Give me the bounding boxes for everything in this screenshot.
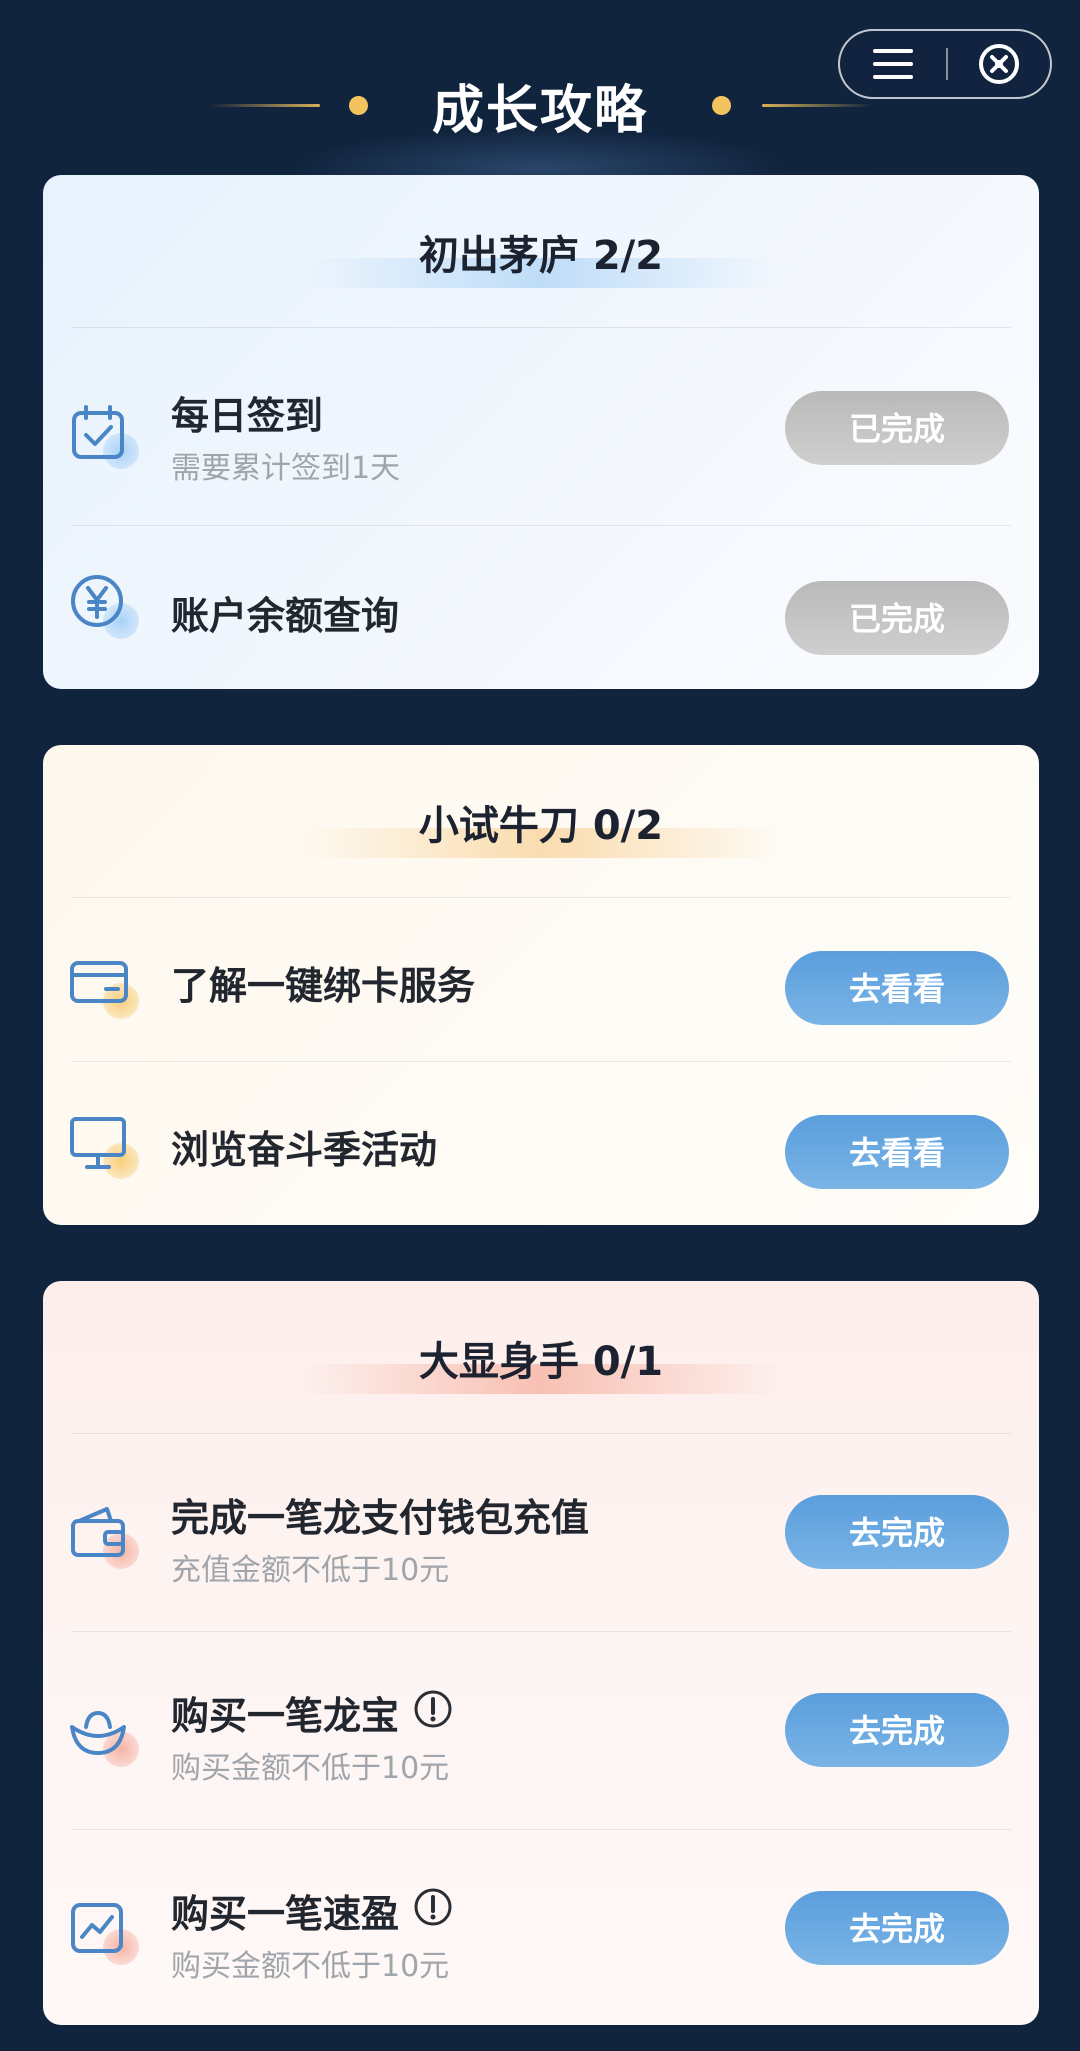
divider — [71, 327, 1011, 328]
wallet-icon — [71, 1507, 125, 1557]
task-row-wallet-topup: 完成一笔龙支付钱包充值 充值金额不低于10元 去完成 — [43, 1435, 1039, 1631]
menu-icon — [873, 49, 913, 79]
task-row-buy-longbao: 购买一笔龙宝 购买金额不低于10元 去完成 — [43, 1633, 1039, 1829]
calendar-check-icon — [72, 405, 124, 459]
divider — [71, 1829, 1011, 1830]
task-icon-wrap — [69, 1899, 145, 1975]
task-icon-wrap — [69, 573, 145, 649]
section-title: 小试牛刀 0/2 — [418, 803, 664, 849]
section-header: 大显身手 0/1 — [43, 1281, 1039, 1435]
task-subtitle: 充值金额不低于10元 — [171, 1553, 450, 1588]
yuan-coin-icon — [71, 575, 123, 627]
go-view-button[interactable]: 去看看 — [785, 1115, 1009, 1189]
section-card-advanced: 大显身手 0/1 完成一笔龙支付钱包充值 充值金额不低于10元 去完成 购买一笔… — [43, 1281, 1039, 2025]
task-row-browse-activity: 浏览奋斗季活动 去看看 — [43, 1063, 1039, 1225]
completed-button[interactable]: 已完成 — [785, 581, 1009, 655]
task-icon-wrap — [69, 953, 145, 1029]
task-title: 浏览奋斗季活动 — [171, 1128, 438, 1172]
section-header: 小试牛刀 0/2 — [43, 745, 1039, 899]
divider — [71, 897, 1011, 898]
close-button[interactable] — [946, 31, 1052, 97]
task-title: 账户余额查询 — [171, 594, 400, 638]
header-decoration-dot-right — [712, 96, 731, 115]
info-icon[interactable] — [413, 1887, 453, 1927]
divider — [71, 1061, 1011, 1062]
task-title: 购买一笔龙宝 — [171, 1694, 400, 1738]
go-complete-button[interactable]: 去完成 — [785, 1693, 1009, 1767]
task-subtitle: 需要累计签到1天 — [171, 451, 401, 486]
task-title: 每日签到 — [171, 394, 324, 438]
task-icon-wrap — [69, 1701, 145, 1777]
close-circle-icon — [979, 44, 1019, 84]
task-title: 购买一笔速盈 — [171, 1892, 400, 1936]
divider — [71, 1433, 1011, 1434]
task-row-balance-query: 账户余额查询 已完成 — [43, 527, 1039, 689]
trend-chart-icon — [71, 1903, 123, 1953]
section-title: 大显身手 0/1 — [418, 1339, 664, 1385]
task-row-buy-suying: 购买一笔速盈 购买金额不低于10元 去完成 — [43, 1831, 1039, 2025]
mini-program-capsule — [838, 29, 1052, 99]
task-row-daily-checkin: 每日签到 需要累计签到1天 已完成 — [43, 329, 1039, 525]
divider — [71, 525, 1011, 526]
section-header: 初出茅庐 2/2 — [43, 175, 1039, 329]
menu-button[interactable] — [840, 31, 946, 97]
task-subtitle: 购买金额不低于10元 — [171, 1751, 450, 1786]
info-icon[interactable] — [413, 1689, 453, 1729]
section-title: 初出茅庐 2/2 — [418, 233, 664, 279]
task-icon-wrap — [69, 403, 145, 479]
header-decoration-line-right — [762, 104, 872, 107]
section-card-trial: 小试牛刀 0/2 了解一键绑卡服务 去看看 浏览奋斗季活动 去看看 — [43, 745, 1039, 1225]
task-icon-wrap — [69, 1503, 145, 1579]
completed-button[interactable]: 已完成 — [785, 391, 1009, 465]
go-complete-button[interactable]: 去完成 — [785, 1891, 1009, 1965]
gold-ingot-icon — [70, 1710, 126, 1755]
task-title: 了解一键绑卡服务 — [171, 964, 476, 1008]
go-complete-button[interactable]: 去完成 — [785, 1495, 1009, 1569]
task-title: 完成一笔龙支付钱包充值 — [171, 1496, 590, 1540]
bank-card-icon — [70, 961, 128, 1003]
divider — [71, 1631, 1011, 1632]
monitor-icon — [70, 1117, 126, 1169]
go-view-button[interactable]: 去看看 — [785, 951, 1009, 1025]
task-subtitle: 购买金额不低于10元 — [171, 1949, 450, 1984]
section-card-beginner: 初出茅庐 2/2 每日签到 需要累计签到1天 已完成 账户余额查询 已完成 — [43, 175, 1039, 689]
task-icon-wrap — [69, 1113, 145, 1189]
